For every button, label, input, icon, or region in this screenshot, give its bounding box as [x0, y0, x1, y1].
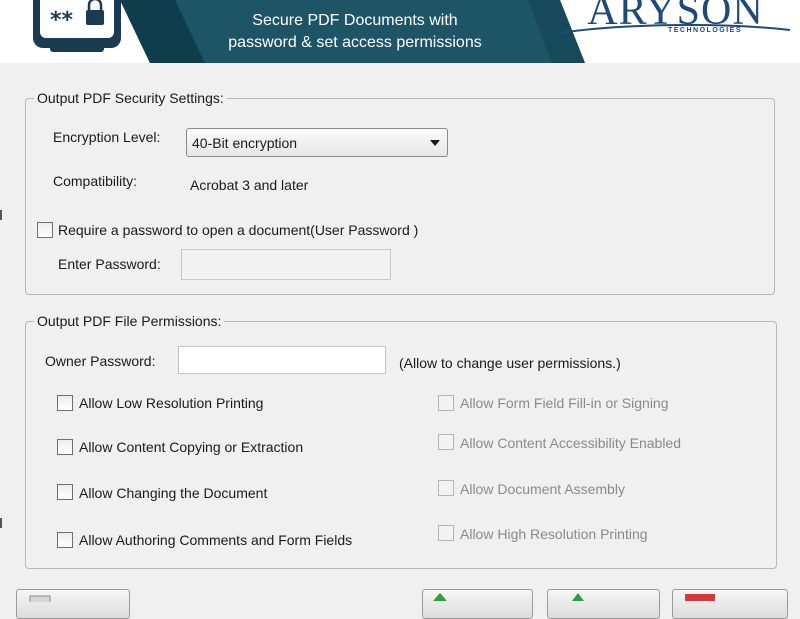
password-lock-icon: **: [33, 0, 121, 52]
file-permissions-legend: Output PDF File Permissions:: [34, 313, 225, 329]
allow-changing-document-label[interactable]: Allow Changing the Document: [79, 484, 267, 502]
allow-content-accessibility-checkbox[interactable]: [438, 434, 454, 450]
require-password-checkbox[interactable]: [37, 222, 53, 238]
encryption-level-value: 40-Bit encryption: [192, 135, 298, 151]
enter-password-label: Enter Password:: [58, 256, 161, 272]
allow-content-accessibility-label[interactable]: Allow Content Accessibility Enabled: [460, 434, 681, 452]
owner-password-label: Owner Password:: [45, 353, 156, 369]
owner-password-hint: (Allow to change user permissions.): [399, 355, 621, 371]
allow-form-field-fill-checkbox[interactable]: [438, 395, 454, 411]
owner-password-input[interactable]: [178, 346, 386, 374]
encryption-level-dropdown[interactable]: 40-Bit encryption: [186, 128, 448, 157]
allow-high-res-printing-checkbox[interactable]: [438, 525, 454, 541]
cancel-button[interactable]: [672, 589, 788, 619]
compatibility-label: Compatibility:: [53, 173, 138, 189]
header-banner: ** Secure PDF Documents with password & …: [0, 0, 800, 63]
allow-content-copying-label[interactable]: Allow Content Copying or Extraction: [79, 438, 303, 456]
encryption-level-label: Encryption Level:: [53, 129, 161, 145]
back-button[interactable]: [422, 589, 533, 619]
require-password-label[interactable]: Require a password to open a document(Us…: [58, 221, 418, 239]
allow-document-assembly-label[interactable]: Allow Document Assembly: [460, 480, 625, 498]
save-button[interactable]: [16, 589, 130, 619]
allow-low-res-printing-checkbox[interactable]: [57, 395, 73, 411]
svg-text:**: **: [50, 8, 74, 33]
allow-document-assembly-checkbox[interactable]: [438, 480, 454, 496]
allow-content-copying-checkbox[interactable]: [57, 439, 73, 455]
allow-high-res-printing-label[interactable]: Allow High Resolution Printing: [460, 525, 648, 543]
window-edge: [0, 210, 2, 220]
save-icon: [29, 595, 51, 602]
banner-tagline-line1: Secure PDF Documents with: [252, 12, 458, 29]
user-password-input[interactable]: [181, 249, 391, 280]
compatibility-value: Acrobat 3 and later: [190, 177, 309, 193]
banner-tagline-line2: password & set access permissions: [228, 34, 482, 51]
allow-low-res-printing-label[interactable]: Allow Low Resolution Printing: [79, 394, 263, 412]
allow-form-field-fill-label[interactable]: Allow Form Field Fill-in or Signing: [460, 394, 669, 412]
allow-changing-document-checkbox[interactable]: [57, 484, 73, 500]
next-button[interactable]: [547, 589, 660, 619]
chevron-down-icon: [430, 140, 440, 146]
brand-logo-subtitle: TECHNOLOGIES: [667, 27, 742, 34]
allow-authoring-comments-checkbox[interactable]: [57, 532, 73, 548]
window-edge: [0, 518, 2, 528]
allow-authoring-comments-label[interactable]: Allow Authoring Comments and Form Fields: [79, 531, 352, 549]
security-settings-legend: Output PDF Security Settings:: [34, 90, 227, 106]
